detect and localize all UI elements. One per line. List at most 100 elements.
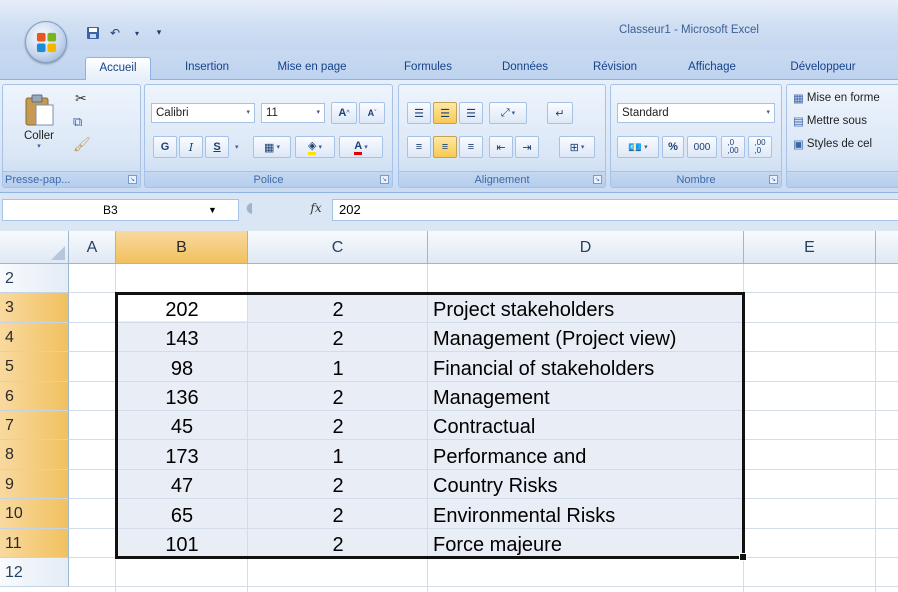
column-header-a[interactable]: A <box>69 231 116 264</box>
row-header[interactable]: 3 <box>0 293 69 323</box>
cell-b[interactable] <box>116 560 248 589</box>
alignment-launcher-icon[interactable]: ↘ <box>593 175 602 184</box>
format-as-table-button[interactable]: ▤ Mettre sous <box>793 111 867 131</box>
column-header-f[interactable] <box>876 231 898 264</box>
merge-center-icon: ⊞ <box>569 141 579 154</box>
cell-c[interactable] <box>248 266 428 295</box>
italic-button[interactable]: I <box>179 136 203 158</box>
row-header[interactable]: 8 <box>0 440 69 470</box>
orientation-button[interactable]: ⤢ ▾ <box>489 102 527 124</box>
wrap-text-button[interactable]: ↵ <box>547 102 573 124</box>
cell-c[interactable] <box>248 560 428 589</box>
office-logo-icon <box>36 32 57 53</box>
paste-dropdown-icon[interactable]: ▾ <box>15 142 63 150</box>
row-header[interactable]: 11 <box>0 529 69 558</box>
ribbon: Coller ▾ ✂ ⧉ 🖌 Presse-pap... ↘ Calibri ▾… <box>0 80 898 193</box>
align-center-icon: ≡ <box>441 141 449 153</box>
tab-mise-en-page[interactable]: Mise en page <box>262 57 362 80</box>
insert-function-button[interactable]: fx <box>302 201 330 215</box>
font-color-button[interactable]: A ▾ <box>339 136 383 158</box>
shrink-font-button[interactable]: Aˇ <box>359 102 385 124</box>
borders-button[interactable]: ▦ ▾ <box>253 136 291 158</box>
underline-button[interactable]: S <box>205 136 229 158</box>
cell-d[interactable] <box>433 560 743 589</box>
cell-b[interactable] <box>116 266 248 295</box>
font-size-select[interactable]: 11 ▾ <box>261 103 325 123</box>
paste-icon <box>25 94 54 126</box>
font-name-dropdown-icon[interactable]: ▾ <box>246 104 250 122</box>
tab-insertion[interactable]: Insertion <box>166 57 248 80</box>
align-center-button[interactable]: ≡ <box>433 136 457 158</box>
underline-dropdown-icon[interactable]: ▾ <box>235 143 239 151</box>
tab-revision[interactable]: Révision <box>582 57 648 80</box>
paste-label: Coller <box>23 130 55 142</box>
row-header[interactable]: 10 <box>0 499 69 529</box>
column-header-c[interactable]: C <box>248 231 428 264</box>
font-color-icon: A <box>354 140 363 155</box>
font-launcher-icon[interactable]: ↘ <box>380 175 389 184</box>
conditional-formatting-button[interactable]: ▦ Mise en forme <box>793 88 880 108</box>
row-header[interactable]: 7 <box>0 411 69 440</box>
name-box-value: B3 <box>103 203 118 217</box>
row-header[interactable]: 2 <box>0 264 69 293</box>
tab-accueil[interactable]: Accueil <box>85 57 151 81</box>
number-format-dropdown-icon[interactable]: ▾ <box>766 104 770 122</box>
borders-icon: ▦ <box>264 141 275 154</box>
increase-indent-button[interactable]: ⇥ <box>515 136 539 158</box>
align-left-button[interactable]: ≡ <box>407 136 431 158</box>
fill-color-button[interactable]: ◈ ▾ <box>295 136 335 158</box>
clipboard-launcher-icon[interactable]: ↘ <box>128 175 137 184</box>
ribbon-tabs: Accueil Insertion Mise en page Formules … <box>0 50 898 81</box>
thousands-separator-button[interactable]: 000 <box>687 136 717 158</box>
tab-developpeur[interactable]: Développeur <box>774 57 872 80</box>
select-all-corner[interactable] <box>0 231 69 264</box>
font-size-dropdown-icon[interactable]: ▾ <box>316 104 320 122</box>
number-launcher-icon[interactable]: ↘ <box>769 175 778 184</box>
paste-button[interactable]: Coller ▾ <box>15 91 63 161</box>
row-header[interactable]: 4 <box>0 323 69 352</box>
tab-donnees[interactable]: Données <box>490 57 560 80</box>
grow-font-button[interactable]: A ^ <box>331 102 357 124</box>
decrease-indent-icon: ⇤ <box>496 141 506 154</box>
align-top-button[interactable]: ☰ <box>407 102 431 124</box>
column-header-b[interactable]: B <box>116 231 248 264</box>
format-painter-icon[interactable]: 🖌 <box>73 137 91 153</box>
bold-button[interactable]: G <box>153 136 177 158</box>
merge-center-button[interactable]: ⊞ ▾ <box>559 136 595 158</box>
cut-icon[interactable]: ✂ <box>75 91 87 107</box>
decrease-indent-button[interactable]: ⇤ <box>489 136 513 158</box>
increase-decimal-button[interactable]: ,0 ,00 <box>721 136 745 158</box>
conditional-formatting-label: Mise en forme <box>806 92 880 104</box>
align-right-button[interactable]: ≡ <box>459 136 483 158</box>
worksheet-grid[interactable]: A B C D E 2 3 202 2 Project stakeholders 4 143… <box>0 231 898 592</box>
tab-affichage[interactable]: Affichage <box>673 57 751 80</box>
row-header[interactable]: 12 <box>0 558 69 587</box>
name-box-dropdown-icon[interactable]: ▼ <box>208 200 217 220</box>
name-box[interactable]: B3 ▼ <box>2 199 239 221</box>
cell-d[interactable] <box>433 266 743 295</box>
cell-styles-button[interactable]: ▣ Styles de cel <box>793 134 872 154</box>
row-header[interactable]: 9 <box>0 470 69 499</box>
row-header[interactable]: 6 <box>0 382 69 411</box>
number-format-select[interactable]: Standard ▾ <box>617 103 775 123</box>
office-button[interactable] <box>25 21 67 63</box>
row-header[interactable]: 5 <box>0 352 69 382</box>
format-as-table-label: Mettre sous <box>806 115 867 127</box>
align-middle-button[interactable]: ☰ <box>433 102 457 124</box>
column-header-e[interactable]: E <box>744 231 876 264</box>
format-as-table-icon: ▤ <box>793 116 804 128</box>
align-bottom-icon: ☰ <box>466 107 476 120</box>
copy-icon[interactable]: ⧉ <box>73 115 82 130</box>
tab-formules[interactable]: Formules <box>394 57 462 80</box>
formula-bar-splitter-icon[interactable]: ◖ <box>246 200 253 216</box>
column-header-d[interactable]: D <box>428 231 744 264</box>
formula-input[interactable]: 202 <box>332 199 898 221</box>
percent-button[interactable]: % <box>662 136 684 158</box>
decrease-decimal-button[interactable]: ,00 ,0 <box>748 136 772 158</box>
fill-handle[interactable] <box>739 553 747 561</box>
font-name-select[interactable]: Calibri ▾ <box>151 103 255 123</box>
align-right-icon: ≡ <box>467 141 475 153</box>
styles-group: ▦ Mise en forme ▤ Mettre sous ▣ Styles d… <box>786 84 898 188</box>
align-bottom-button[interactable]: ☰ <box>459 102 483 124</box>
accounting-format-button[interactable]: 💶 ▾ <box>617 136 659 158</box>
